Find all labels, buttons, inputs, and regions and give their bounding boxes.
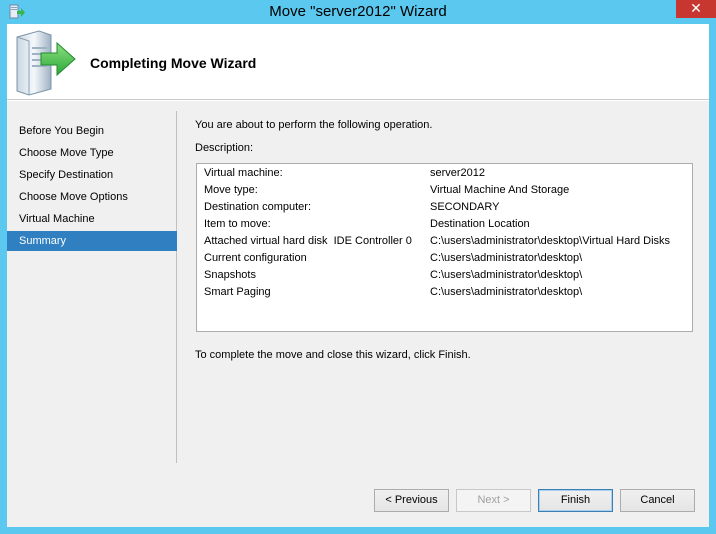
previous-button[interactable]: < Previous <box>374 489 449 512</box>
description-key: Move type: <box>204 184 258 196</box>
description-box[interactable]: Virtual machine: server2012 Move type: V… <box>196 163 693 332</box>
nav-item-virtual-machine[interactable]: Virtual Machine <box>7 209 177 229</box>
description-value: C:\users\administrator\desktop\ <box>430 286 583 298</box>
next-button[interactable]: Next > <box>456 489 531 512</box>
close-icon: ✕ <box>690 0 702 16</box>
page-title: Completing Move Wizard <box>90 55 257 71</box>
window-title: Move "server2012" Wizard <box>269 3 447 20</box>
nav-item-choose-move-options[interactable]: Choose Move Options <box>7 187 177 207</box>
description-row: Virtual machine: server2012 <box>204 165 689 182</box>
button-bar: < Previous Next > Finish Cancel <box>7 463 709 527</box>
description-row: Destination computer: SECONDARY <box>204 199 689 216</box>
nav-item-summary[interactable]: Summary <box>7 231 177 251</box>
description-value: Virtual Machine And Storage <box>430 184 570 196</box>
description-value: C:\users\administrator\desktop\ <box>430 269 583 281</box>
description-row: Item to move: Destination Location <box>204 216 689 233</box>
description-key: Destination computer: <box>204 201 311 213</box>
server-arrow-icon <box>16 30 76 96</box>
description-row: Smart Paging C:\users\administrator\desk… <box>204 284 689 301</box>
nav-item-choose-move-type[interactable]: Choose Move Type <box>7 143 177 163</box>
description-key: Current configuration <box>204 252 307 264</box>
wizard-window: Move "server2012" Wizard ✕ Completing Mo… <box>0 0 716 534</box>
description-value: Destination Location <box>430 218 530 230</box>
description-row: Current configuration C:\users\administr… <box>204 250 689 267</box>
description-key: Item to move: <box>204 218 271 230</box>
wizard-body: Before You Begin Choose Move Type Specif… <box>7 101 709 527</box>
wizard-header: Completing Move Wizard <box>7 24 709 100</box>
description-label: Description: <box>195 142 254 154</box>
description-key: Attached virtual hard disk IDE Controlle… <box>204 235 412 247</box>
description-value: C:\users\administrator\desktop\Virtual H… <box>430 235 671 247</box>
nav-item-specify-destination[interactable]: Specify Destination <box>7 165 177 185</box>
intro-text: You are about to perform the following o… <box>195 119 433 131</box>
description-value: server2012 <box>430 167 486 179</box>
nav-item-before-you-begin[interactable]: Before You Begin <box>7 121 177 141</box>
description-key: Smart Paging <box>204 286 271 298</box>
close-button[interactable]: ✕ <box>676 0 716 18</box>
description-key: Virtual machine: <box>204 167 283 179</box>
description-row: Move type: Virtual Machine And Storage <box>204 182 689 199</box>
finish-button[interactable]: Finish <box>538 489 613 512</box>
wizard-client: Completing Move Wizard Before You Begin … <box>7 24 709 527</box>
description-row: Snapshots C:\users\administrator\desktop… <box>204 267 689 284</box>
wizard-steps-nav: Before You Begin Choose Move Type Specif… <box>7 111 177 463</box>
cancel-button[interactable]: Cancel <box>620 489 695 512</box>
description-row: Attached virtual hard disk IDE Controlle… <box>204 233 689 250</box>
description-value: SECONDARY <box>430 201 500 213</box>
description-value: C:\users\administrator\desktop\ <box>430 252 583 264</box>
finish-note: To complete the move and close this wiza… <box>195 349 471 361</box>
description-key: Snapshots <box>204 269 256 281</box>
title-bar[interactable]: Move "server2012" Wizard ✕ <box>0 0 716 24</box>
